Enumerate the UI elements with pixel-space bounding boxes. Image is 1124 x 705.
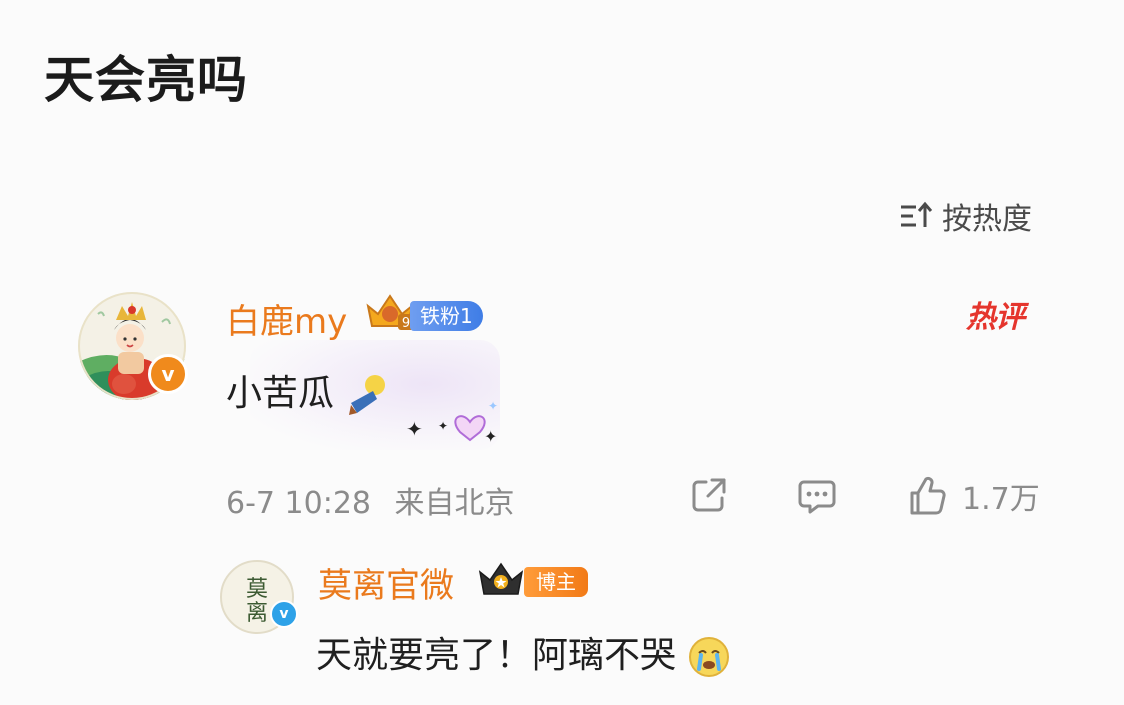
commenter-avatar[interactable]: v <box>78 292 188 400</box>
hot-comment-tag: 热评 <box>966 300 1025 335</box>
svg-text:✦: ✦ <box>406 417 423 441</box>
crying-bitter-melon-emoji-icon <box>349 375 386 415</box>
svg-text:✦: ✦ <box>438 419 448 433</box>
reply-avatar-text: 莫 <box>246 577 268 602</box>
comment-location: 来自北京 <box>394 486 515 521</box>
svg-text:✦: ✦ <box>484 427 497 446</box>
reply-username[interactable]: 莫离官微 <box>318 558 454 607</box>
crown-level-icon: 9 <box>366 294 414 331</box>
comment-icon <box>798 480 836 514</box>
reply-author-avatar[interactable]: 莫 离 v <box>220 560 298 634</box>
share-button[interactable] <box>688 474 730 516</box>
reply-text: 天就要亮了！阿璃不哭 <box>316 626 731 679</box>
comment-meta: 6-7 10:28 来自北京 <box>226 478 515 522</box>
like-count: 1.7万 <box>962 482 1040 517</box>
svg-text:离: 离 <box>246 601 268 626</box>
reply-verified-badge-icon: v <box>270 600 298 628</box>
commenter-username[interactable]: 白鹿my <box>226 294 347 343</box>
crown-level: 9 <box>402 316 410 331</box>
author-badge: 博主 <box>524 567 588 597</box>
svg-text:✦: ✦ <box>488 399 498 413</box>
share-icon <box>692 478 726 512</box>
page-title: 天会亮吗 <box>44 51 248 109</box>
like-button[interactable]: 1.7万 <box>906 474 1040 518</box>
heart-sparkle-decoration-icon: ✦ ✦ ✦ ✦ <box>406 399 498 446</box>
comment-text: 小苦瓜 <box>226 364 389 417</box>
author-crown-icon <box>478 562 524 595</box>
thumbs-up-icon <box>910 476 946 515</box>
comment-timestamp: 6-7 10:28 <box>226 486 371 521</box>
comment-body: 小苦瓜 <box>226 373 335 414</box>
sort-label: 按热度 <box>942 202 1032 237</box>
reply-button[interactable] <box>796 474 838 516</box>
iron-fan-badge: 铁粉1 <box>410 301 483 331</box>
sort-by-hot-button[interactable]: 按热度 <box>898 194 1032 238</box>
verified-badge-icon: v <box>148 354 188 394</box>
sort-icon <box>901 201 933 227</box>
reply-body: 天就要亮了！阿璃不哭 <box>316 635 677 676</box>
crying-face-emoji-icon <box>689 637 730 677</box>
